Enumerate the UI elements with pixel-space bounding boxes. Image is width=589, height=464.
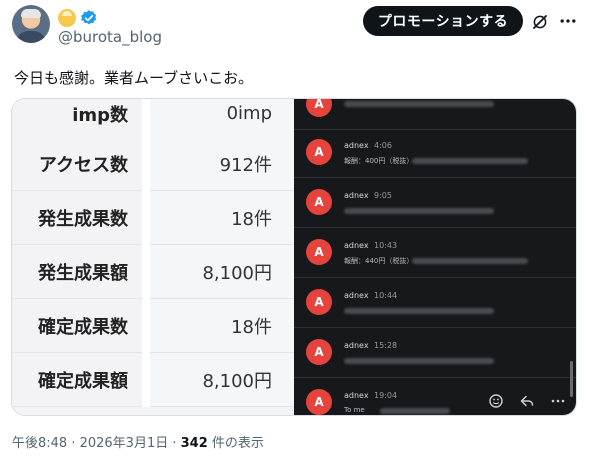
more-icon[interactable] [558, 13, 578, 29]
mail-sender: adnex [344, 391, 369, 400]
promote-button[interactable]: プロモーションする [363, 6, 523, 36]
mail-preview-redacted [412, 258, 528, 264]
mail-preview-redacted [344, 208, 494, 214]
emoji-icon[interactable] [488, 393, 504, 409]
stat-row: 発生成果数 18件 [12, 191, 294, 245]
user-handle[interactable]: @burota_blog [58, 28, 162, 46]
tweet-text: 今日も感謝。業者ムーブさいこお。 [14, 69, 254, 87]
mail-sender: adnex [344, 141, 369, 150]
stat-value: 912件 [150, 137, 294, 191]
mail-avatar: A [306, 99, 332, 117]
stat-value: 8,100円 [150, 245, 294, 299]
stat-divider [142, 299, 150, 353]
mail-panel: Aadnex 19:04 To me Aadnex 15:28 Aadnex 10:44 Aa… [294, 99, 576, 415]
mail-item[interactable]: Aadnex 10:44 [294, 279, 576, 328]
mail-time: 4:06 [374, 141, 392, 150]
grok-icon[interactable] [531, 13, 549, 31]
avatar-body [15, 31, 47, 43]
avatar-hair [21, 9, 41, 18]
mail-avatar: A [306, 139, 332, 165]
mail-sender: adnex [344, 241, 369, 250]
stat-divider [142, 245, 150, 299]
stat-row-partial [12, 407, 294, 415]
stat-row: imp数 0imp [12, 99, 294, 141]
verified-icon [81, 10, 97, 25]
stat-value: 18件 [150, 299, 294, 353]
mail-item[interactable]: Aadnex 10:43 報酬：440円（税抜） [294, 229, 576, 278]
reply-icon[interactable] [519, 393, 535, 409]
timestamp[interactable]: 午後8:48 · 2026年3月1日 · [12, 436, 181, 451]
mail-avatar: A [306, 339, 332, 365]
mail-preview-redacted [412, 158, 528, 164]
mail-time: 15:28 [374, 341, 398, 350]
stat-row: アクセス数 912件 [12, 137, 294, 191]
mail-time: 10:44 [374, 291, 398, 300]
stat-row: 確定成果額 8,100円 [12, 353, 294, 407]
avatar[interactable] [12, 5, 50, 43]
stat-value: 18件 [150, 191, 294, 245]
stat-row: 確定成果数 18件 [12, 299, 294, 353]
stat-divider [142, 353, 150, 407]
mail-avatar: A [306, 239, 332, 265]
stats-panel: imp数 0imp アクセス数 912件 発生成果数 18件 発生成果額 8,100円 確定成果… [12, 99, 294, 415]
stat-value: 8,100円 [150, 353, 294, 407]
views-count: 342 [180, 436, 208, 451]
mail-preview: 報酬：400円（税抜） [344, 157, 414, 165]
stat-label: 確定成果額 [12, 353, 142, 407]
stat-label: 発生成果額 [12, 245, 142, 299]
stat-label: アクセス数 [12, 137, 142, 191]
mail-preview: To me [344, 406, 365, 414]
mail-item[interactable]: Aadnex 15:28 [294, 329, 576, 378]
mail-avatar: A [306, 289, 332, 315]
stat-label: imp数 [12, 99, 142, 141]
mail-avatar: A [306, 389, 332, 415]
mail-time: 10:43 [374, 241, 398, 250]
mail-sender: adnex [344, 191, 369, 200]
mail-time: 19:04 [374, 391, 398, 400]
tweet-media[interactable]: imp数 0imp アクセス数 912件 発生成果数 18件 発生成果額 8,100円 確定成果… [11, 98, 577, 416]
stat-label: 発生成果数 [12, 191, 142, 245]
mail-avatar: A [306, 189, 332, 215]
mail-item[interactable]: A [294, 99, 576, 130]
mail-item[interactable]: Aadnex 4:06 報酬：400円（税抜） [294, 129, 576, 178]
mail-item[interactable]: Aadnex 9:05 [294, 179, 576, 228]
mail-preview: 報酬：440円（税抜） [344, 257, 414, 265]
stat-value: 0imp [150, 99, 294, 141]
stat-divider [142, 191, 150, 245]
tweet-meta: 午後8:48 · 2026年3月1日 · 342 件の表示 [12, 432, 264, 451]
stat-divider [142, 137, 150, 191]
face-emoji-icon [58, 9, 76, 27]
mail-preview-redacted [344, 308, 494, 314]
stat-divider [142, 99, 150, 141]
mail-sender: adnex [344, 291, 369, 300]
mail-preview-redacted [344, 358, 494, 364]
mail-scrollbar[interactable] [570, 361, 573, 397]
mail-preview-redacted [344, 101, 494, 107]
stat-row: 発生成果額 8,100円 [12, 245, 294, 299]
mail-time: 9:05 [374, 191, 392, 200]
mail-preview-redacted [380, 408, 450, 414]
views-suffix: 件の表示 [207, 436, 264, 451]
stat-label: 確定成果数 [12, 299, 142, 353]
mail-sender: adnex [344, 341, 369, 350]
mail-more-icon[interactable] [550, 393, 566, 409]
